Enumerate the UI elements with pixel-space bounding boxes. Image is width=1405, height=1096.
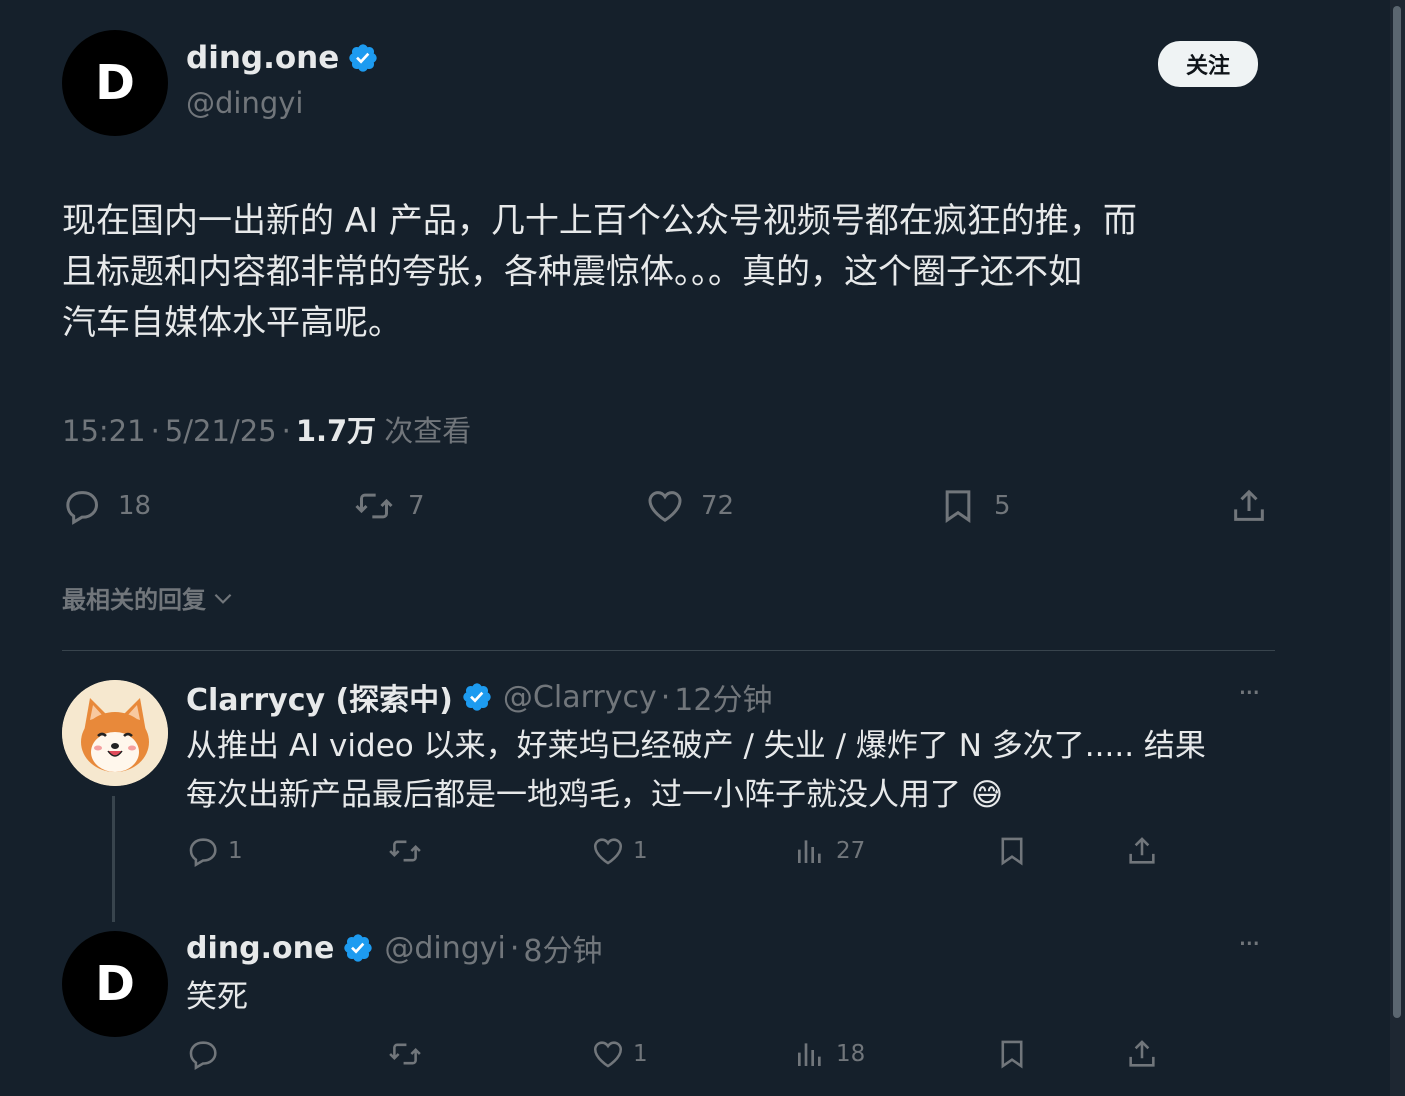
reply-handle[interactable]: @dingyi — [384, 931, 506, 966]
shiba-dog-icon — [62, 680, 168, 786]
reply-header: Clarrycy (探索中) @Clarrycy · 12分钟 — [186, 675, 772, 719]
reply-count: 18 — [118, 491, 152, 521]
thread-connector-line — [112, 796, 115, 922]
tweet-date[interactable]: 5/21/25 — [165, 414, 277, 448]
analytics-bar-icon — [798, 1043, 821, 1066]
verified-badge-icon — [349, 44, 377, 72]
views-count: 18 — [836, 1041, 866, 1067]
share-icon — [1129, 1040, 1155, 1067]
reply-sort-dropdown[interactable]: 最相关的回复 — [62, 580, 236, 615]
share-icon — [1129, 837, 1155, 864]
repost-icon — [389, 840, 421, 862]
reply-icon — [189, 1041, 217, 1070]
views-count: 27 — [836, 838, 866, 864]
repost-icon — [389, 1043, 421, 1065]
heart-icon — [593, 1041, 623, 1068]
tweet-text: 现在国内一出新的 AI 产品，几十上百个公众号视频号都在疯狂的推，而 且标题和内… — [62, 196, 1282, 349]
tweet-meta: 15:21 · 5/21/25 · 1.7万 次查看 — [62, 408, 471, 450]
reply-display-name[interactable]: ding.one — [186, 931, 334, 966]
reply-share-action[interactable] — [1125, 1037, 1159, 1071]
verified-badge-icon — [344, 934, 372, 962]
reply-text-line: 笑死 — [186, 979, 248, 1015]
reply-author-avatar[interactable]: D — [62, 931, 168, 1037]
avatar-letter: D — [95, 55, 135, 111]
reply-repost-action[interactable] — [386, 1037, 432, 1071]
share-action[interactable] — [1229, 486, 1269, 526]
reply-time[interactable]: 12分钟 — [674, 675, 772, 719]
verified-badge-icon — [463, 683, 491, 711]
more-options-icon[interactable]: ··· — [1238, 927, 1261, 960]
tweet-text-line: 汽车自媒体水平高呢。 — [62, 303, 402, 343]
section-divider — [62, 650, 1275, 651]
like-count: 72 — [701, 491, 735, 521]
repost-icon — [355, 493, 393, 519]
bookmark-count: 5 — [994, 491, 1011, 521]
bookmark-action[interactable]: 5 — [938, 486, 1011, 526]
views-label: 次查看 — [384, 414, 472, 448]
views-count: 1.7万 — [295, 414, 377, 448]
reply-like-action[interactable]: 1 — [591, 1037, 648, 1071]
bookmark-icon — [945, 490, 971, 524]
tweet-time[interactable]: 15:21 — [62, 414, 146, 448]
tweet-text-line: 现在国内一出新的 AI 产品，几十上百个公众号视频号都在疯狂的推，而 — [62, 201, 1137, 241]
meta-separator: · — [281, 414, 291, 448]
reply-action[interactable]: 18 — [62, 486, 151, 526]
reply-share-action[interactable] — [1125, 834, 1159, 868]
reply-display-name[interactable]: Clarrycy (探索中) — [186, 675, 453, 719]
bookmark-icon — [1001, 1040, 1023, 1069]
reply-bookmark-action[interactable] — [995, 1037, 1029, 1071]
like-count: 1 — [633, 838, 648, 864]
author-avatar[interactable]: D — [62, 30, 168, 136]
meta-separator: · — [660, 679, 671, 715]
author-name-row[interactable]: ding.one — [186, 40, 379, 76]
reply-repost-action[interactable] — [386, 834, 432, 868]
follow-button[interactable]: 关注 — [1158, 41, 1258, 87]
author-display-name[interactable]: ding.one — [186, 40, 339, 76]
reply-handle[interactable]: @Clarrycy — [503, 680, 657, 715]
reply-reply-action[interactable]: 1 — [186, 834, 243, 868]
reply-icon — [66, 491, 99, 525]
meta-separator: · — [150, 414, 160, 448]
reply-sort-label: 最相关的回复 — [62, 586, 206, 614]
heart-icon — [648, 491, 682, 522]
reply-text-line: 每次出新产品最后都是一地鸡毛，过一小阵子就没人用了 😅 — [186, 777, 1004, 813]
reply-reply-action[interactable] — [186, 1037, 228, 1071]
more-options-icon[interactable]: ··· — [1238, 676, 1261, 709]
scrollbar-thumb[interactable] — [1393, 6, 1401, 1018]
reply-text-line: 从推出 AI video 以来，好莱坞已经破产 / 失业 / 爆炸了 N 多次了… — [186, 728, 1206, 764]
reply-views-action[interactable]: 18 — [794, 1037, 865, 1071]
reply-views-action[interactable]: 27 — [794, 834, 865, 868]
reply-avatar-shiba[interactable] — [62, 680, 168, 786]
meta-separator: · — [509, 930, 520, 966]
reply-like-action[interactable]: 1 — [591, 834, 648, 868]
author-handle[interactable]: @dingyi — [186, 86, 303, 120]
reply-time[interactable]: 8分钟 — [523, 926, 602, 970]
share-icon — [1234, 489, 1264, 521]
repost-count: 7 — [408, 491, 425, 521]
analytics-bar-icon — [798, 840, 821, 863]
reply-bookmark-action[interactable] — [995, 834, 1029, 868]
reply-count: 1 — [228, 838, 243, 864]
like-count: 1 — [633, 1041, 648, 1067]
reply-icon — [189, 838, 217, 867]
repost-action[interactable]: 7 — [352, 486, 425, 526]
reply-text: 笑死 — [186, 973, 248, 1022]
chevron-down-icon — [214, 593, 232, 604]
reply-text: 从推出 AI video 以来，好莱坞已经破产 / 失业 / 爆炸了 N 多次了… — [186, 722, 1276, 820]
like-action[interactable]: 72 — [645, 486, 734, 526]
reply-header: ding.one @dingyi · 8分钟 — [186, 926, 602, 970]
heart-icon — [593, 838, 623, 865]
tweet-text-line: 且标题和内容都非常的夸张，各种震惊体。。。真的，这个圈子还不如 — [62, 252, 1082, 292]
avatar-letter: D — [95, 956, 135, 1012]
bookmark-icon — [1001, 837, 1023, 866]
